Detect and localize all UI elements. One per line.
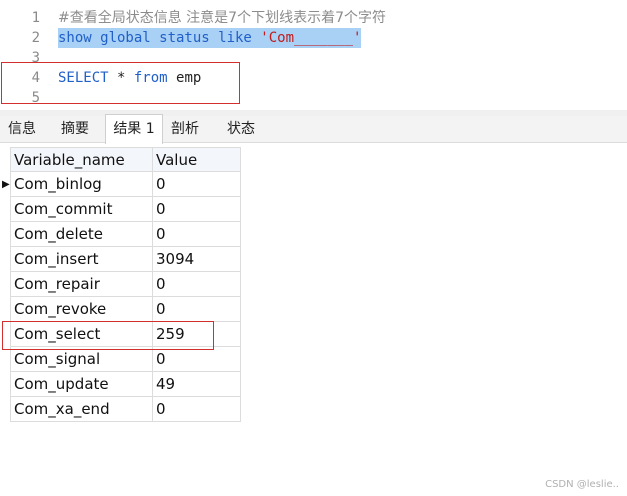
cell-value[interactable]: 0 <box>153 397 241 422</box>
cell-value[interactable]: 0 <box>153 222 241 247</box>
sql-comment: #查看全局状态信息 注意是7个下划线表示着7个字符 <box>58 10 386 26</box>
cell-variable-name[interactable]: Com_revoke <box>10 297 153 322</box>
watermark: CSDN @leslie.. <box>545 479 619 490</box>
cell-value[interactable]: 0 <box>153 172 241 197</box>
cell-value[interactable]: 3094 <box>153 247 241 272</box>
selected-query: show global status like 'Com_______' <box>58 28 362 48</box>
cell-value[interactable]: 0 <box>153 347 241 372</box>
cell-variable-name[interactable]: Com_insert <box>10 247 153 272</box>
cell-variable-name[interactable]: Com_signal <box>10 347 153 372</box>
tab-info[interactable]: 信息 <box>0 116 44 142</box>
tab-result-1[interactable]: 结果 1 <box>105 114 163 144</box>
column-header-variable-name[interactable]: Variable_name <box>10 147 153 172</box>
cell-value[interactable]: 0 <box>153 197 241 222</box>
current-row-pointer-icon: ▶ <box>2 179 10 190</box>
line-number: 2 <box>31 30 40 46</box>
cell-variable-name[interactable]: Com_repair <box>10 272 153 297</box>
cell-variable-name[interactable]: Com_binlog <box>10 172 153 197</box>
sql-string: 'Com_______' <box>260 30 362 46</box>
cell-variable-name[interactable]: Com_xa_end <box>10 397 153 422</box>
tab-profile[interactable]: 剖析 <box>162 116 208 142</box>
sql-keyword: show global status like <box>58 30 261 46</box>
cell-value[interactable]: 0 <box>153 272 241 297</box>
result-tabs: 信息 摘要 结果 1 剖析 状态 <box>0 114 627 144</box>
sql-editor[interactable]: 1 #查看全局状态信息 注意是7个下划线表示着7个字符 2 show globa… <box>0 0 627 110</box>
cell-value[interactable]: 0 <box>153 297 241 322</box>
cell-variable-name[interactable]: Com_delete <box>10 222 153 247</box>
com-select-highlight-box <box>2 321 214 350</box>
editor-line-1: 1 #查看全局状态信息 注意是7个下划线表示着7个字符 <box>0 8 627 28</box>
tab-summary[interactable]: 摘要 <box>50 116 100 142</box>
editor-line-2: 2 show global status like 'Com_______' <box>0 28 627 48</box>
tab-status[interactable]: 状态 <box>216 116 266 142</box>
select-query-highlight-box <box>1 62 240 104</box>
column-header-value[interactable]: Value <box>153 147 241 172</box>
cell-variable-name[interactable]: Com_update <box>10 372 153 397</box>
cell-variable-name[interactable]: Com_commit <box>10 197 153 222</box>
line-number: 1 <box>31 10 40 26</box>
cell-value[interactable]: 49 <box>153 372 241 397</box>
